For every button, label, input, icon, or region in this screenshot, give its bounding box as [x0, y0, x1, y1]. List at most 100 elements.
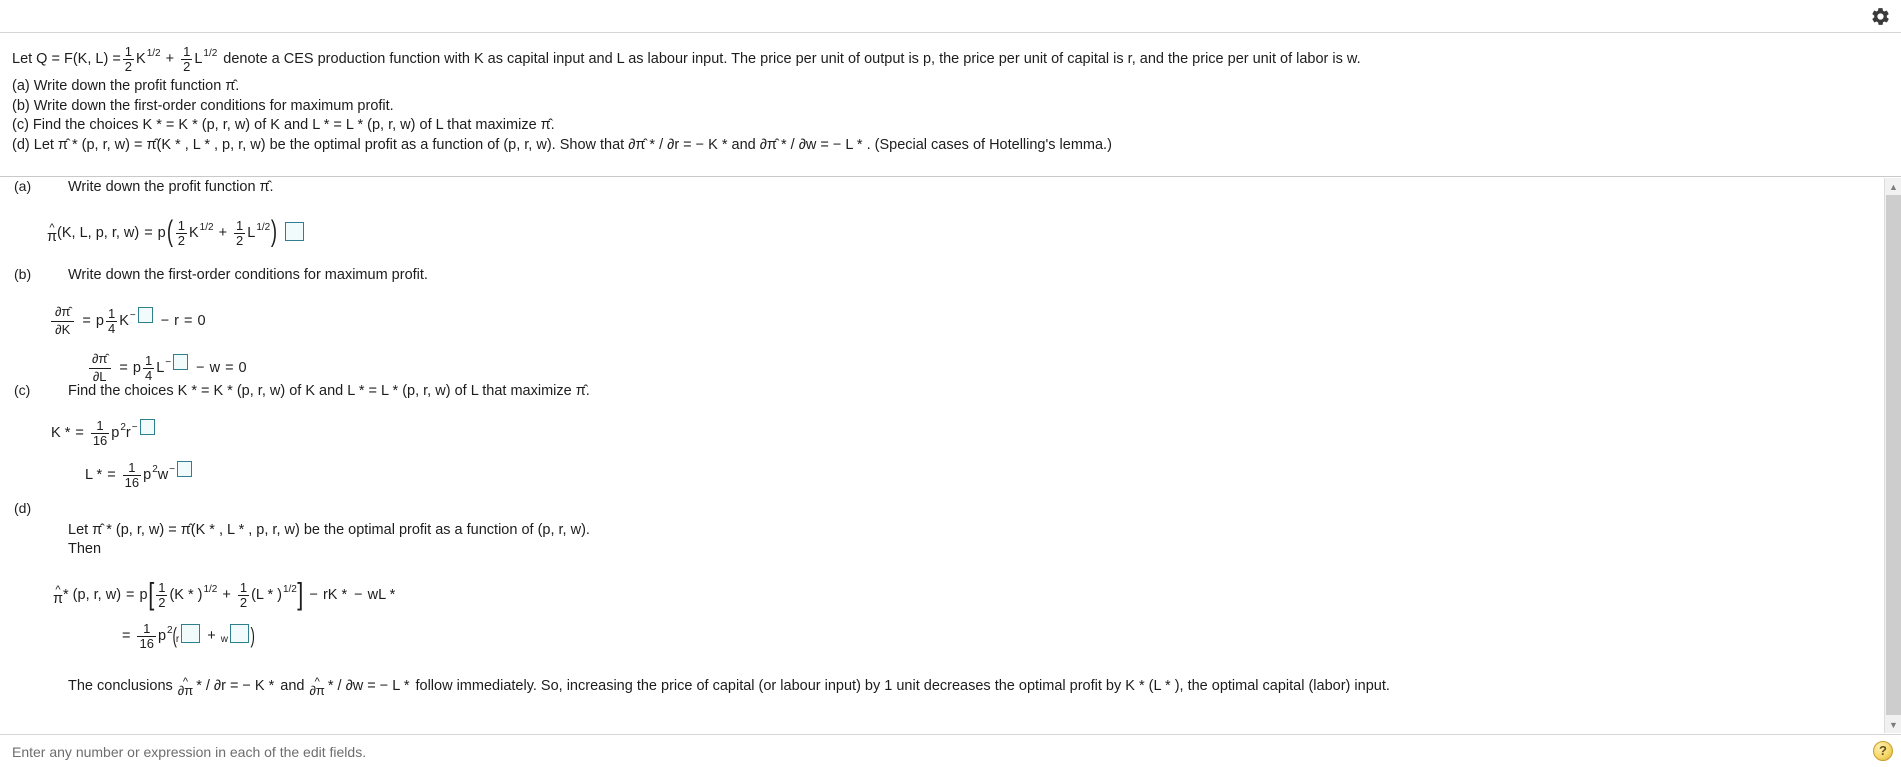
part-c-equals-k: = — [75, 424, 84, 441]
part-d-term-wl: wL * — [367, 586, 396, 603]
part-d-var-r-2: r — [175, 634, 180, 646]
part-a-prompt: Write down the profit function π̂. — [68, 179, 274, 195]
lead-frac1-numerator: 1 — [124, 44, 133, 60]
part-a-var-l: L — [247, 224, 256, 241]
part-b-dnum-l: ∂π̂ — [92, 350, 108, 366]
part-b-frac-den-k: 4 — [105, 320, 118, 336]
scrollbar-thumb[interactable] — [1886, 195, 1901, 715]
part-a-pi-hat: ^π̂π — [47, 222, 58, 246]
part-c-answer-box-k[interactable] — [139, 419, 155, 436]
part-d-equals-2: = — [122, 628, 131, 645]
part-c-lhs-l: L * — [85, 467, 103, 484]
part-c-equation-l: L * = 1 16 p 2 w − — [85, 461, 1901, 489]
part-d-pi-hat: ^ π — [53, 584, 64, 608]
part-a-frac1-den: 2 — [175, 232, 187, 248]
part-d-answer-box-w[interactable] — [229, 623, 249, 643]
conclusion-derivative-2: ^ ∂π — [309, 675, 325, 698]
part-d-label: (d) — [14, 500, 32, 516]
statement-item-c: (c) Find the choices K * = K * (p, r, w)… — [12, 117, 555, 133]
part-d-frac2-den: 2 — [237, 594, 250, 610]
lead-exponent-k: 1/2 — [146, 48, 161, 60]
part-a-exp-k: 1/2 — [199, 222, 214, 234]
chevron-up-icon[interactable]: ▲ — [1885, 178, 1901, 195]
top-toolbar — [0, 0, 1901, 33]
part-a-exp-l: 1/2 — [256, 222, 271, 234]
part-c-answer-box-l[interactable] — [177, 461, 193, 478]
status-message: Enter any number or expression in each o… — [12, 744, 367, 760]
part-b-var-k: K — [119, 313, 129, 330]
answer-work-area: (a) Write down the profit function π̂. ^… — [0, 178, 1901, 733]
part-a-var-k: K — [188, 224, 199, 241]
part-d-equals: = — [126, 586, 135, 603]
part-c-price-p-l: p — [143, 467, 152, 484]
part-a-equals: = — [144, 224, 153, 241]
part-b-term-r: r — [174, 313, 180, 330]
part-d-open-bracket: [ — [147, 576, 154, 612]
statement-lead-line: Let Q = F(K, L) = 1 2 K 1/2 + 1 2 L 1/2 … — [12, 44, 1889, 74]
part-c-frac-den-k: 16 — [90, 432, 110, 448]
lead-frac2-numerator: 1 — [183, 44, 191, 60]
part-d-var-w-2: w — [220, 634, 228, 646]
part-b-label: (b) — [14, 266, 32, 282]
part-d-minus-1: − — [309, 586, 318, 603]
gear-icon[interactable] — [1870, 6, 1891, 27]
part-a-frac1-num: 1 — [177, 218, 185, 233]
part-d-fraction-two: 1 2 — [237, 581, 250, 610]
part-b-equals-k: = — [82, 313, 91, 330]
part-c-equation-k: K * = 1 16 p 2 r − — [51, 419, 1901, 447]
part-d-plus: + — [222, 586, 231, 603]
part-b-frac-num-l: 1 — [144, 353, 153, 369]
part-a-plus: + — [218, 224, 228, 241]
chevron-down-icon[interactable]: ▼ — [1885, 716, 1901, 733]
lead-fraction-two: 1 2 — [181, 44, 193, 74]
part-b-equals-l: = — [119, 360, 128, 377]
part-d-close-paren-2: ) — [250, 622, 255, 648]
part-b-minus-k: − — [160, 313, 170, 330]
part-c-frac-num-l: 1 — [128, 460, 136, 476]
part-b-dden-k: ∂K — [51, 320, 75, 338]
part-b-answer-box-k[interactable] — [137, 307, 153, 324]
part-d-prompt-line-1: Let π̂ * (p, r, w) = π̂(K * , L * , p, r… — [68, 522, 590, 538]
part-a-frac2-den: 2 — [234, 232, 246, 248]
part-b-fraction-l: 1 4 — [142, 353, 155, 382]
lead-fraction-one: 1 2 — [122, 44, 135, 74]
part-a-answer-box[interactable] — [285, 221, 305, 241]
part-c-exp-minus-k: − — [131, 422, 138, 434]
lead-frac1-denominator: 2 — [122, 58, 135, 74]
part-c: (c) Find the choices K * = K * (p, r, w)… — [0, 382, 1901, 500]
part-d-close-bracket: ] — [297, 576, 304, 612]
part-d-conclusion: The conclusions ^ ∂π * / ∂r = − K * and ^… — [68, 675, 1901, 698]
part-d-price-p-2: p — [157, 628, 167, 645]
part-b-equals2-l: = — [225, 360, 234, 377]
lead-frac2-denominator: 2 — [181, 58, 193, 74]
part-c-price-p-k: p — [111, 424, 120, 441]
conclusion-segment-2: and — [280, 677, 305, 694]
lead-exponent-l: 1/2 — [203, 48, 218, 60]
part-b-equation-k: ∂π̂ ∂K = p 1 4 K − − r = 0 — [48, 304, 1901, 338]
part-d-frac-num: 1 — [143, 621, 151, 637]
part-a-equation: ^π̂π (K, L, p, r, w) = p ( 1 2 K 1/2 + 1… — [47, 217, 1901, 248]
part-d-answer-box-r[interactable] — [181, 623, 201, 643]
part-b-price-p-k: p — [95, 313, 104, 330]
part-c-label: (c) — [14, 382, 31, 398]
part-b: (b) Write down the first-order condition… — [0, 266, 1901, 385]
part-d-term-lstar: (L * ) — [251, 586, 282, 603]
vertical-scrollbar[interactable]: ▲ ▼ — [1884, 178, 1901, 733]
part-a-fraction-one: 1 2 — [175, 218, 187, 248]
part-c-equals-l: = — [107, 467, 116, 484]
part-a-lhs-args: (K, L, p, r, w) — [57, 224, 140, 241]
conclusion-pi-hat-2: ^ ∂π — [309, 675, 325, 698]
part-b-answer-box-l[interactable] — [173, 354, 189, 371]
part-d-exp-kstar: 1/2 — [203, 584, 218, 596]
part-d-equation-simplified: = 1 16 p 2 ( r + w ) — [117, 622, 1901, 650]
part-b-exp-minus-l: − — [165, 357, 172, 369]
help-icon[interactable]: ? — [1873, 741, 1893, 761]
lead-variable-l: L — [194, 51, 203, 67]
part-c-exp-p-k: 2 — [120, 422, 126, 434]
status-bar: Enter any number or expression in each o… — [0, 734, 1901, 767]
part-d-frac1-den: 2 — [156, 594, 168, 610]
part-c-frac-num-k: 1 — [96, 418, 104, 433]
part-b-equation-l: ∂π̂ ∂L = p 1 4 L − − w = 0 — [85, 350, 1901, 385]
conclusion-derivative-1-rest: * / ∂r = − K * — [196, 677, 275, 694]
statement-item-d: (d) Let π̂ * (p, r, w) = π̂(K * , L * , … — [12, 136, 1112, 153]
